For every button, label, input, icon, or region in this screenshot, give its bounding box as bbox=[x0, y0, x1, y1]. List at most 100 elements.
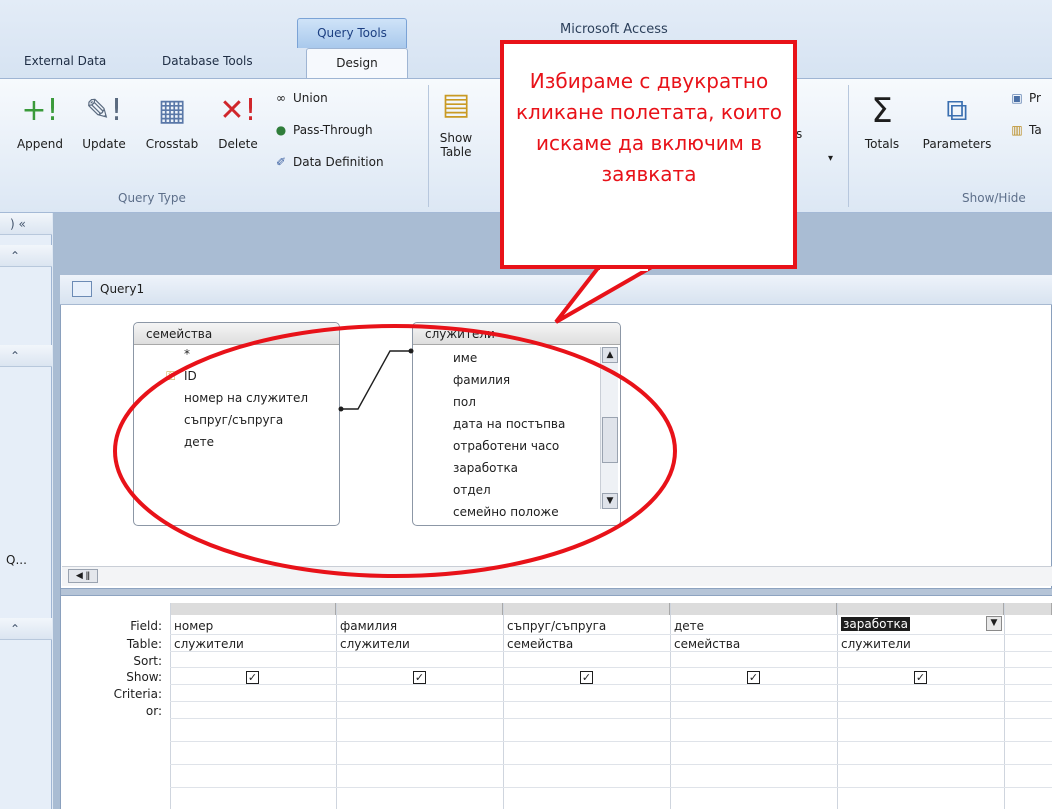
update-icon: ✎! bbox=[85, 93, 123, 128]
show-checkbox[interactable]: ✓ bbox=[914, 671, 927, 684]
grid-divider bbox=[170, 718, 1052, 719]
show-checkbox[interactable]: ✓ bbox=[580, 671, 593, 684]
scroll-up-arrow-icon[interactable]: ▲ bbox=[602, 347, 618, 363]
grid-field-cell-selected[interactable]: заработка bbox=[841, 617, 911, 631]
group-label-show-hide: Show/Hide bbox=[962, 191, 1026, 205]
field-gender[interactable]: пол bbox=[453, 395, 593, 409]
data-definition-button[interactable]: ✐ Data Definition bbox=[272, 155, 384, 169]
grid-divider bbox=[170, 634, 1052, 635]
grid-divider bbox=[170, 651, 1052, 652]
show-checkbox[interactable]: ✓ bbox=[747, 671, 760, 684]
grid-column-header[interactable] bbox=[170, 603, 336, 615]
grid-row-label: Field: bbox=[130, 619, 162, 633]
parameters-button[interactable]: ⧉ Parameters bbox=[914, 93, 1000, 151]
grid-row-label: Show: bbox=[126, 670, 162, 684]
field-marital-status[interactable]: семейно положе bbox=[453, 505, 593, 517]
tab-design[interactable]: Design bbox=[306, 48, 408, 78]
show-checkbox[interactable]: ✓ bbox=[246, 671, 259, 684]
pass-through-button[interactable]: ● Pass-Through bbox=[272, 123, 373, 137]
callout-box: Избираме с двукратно кликане полетата, к… bbox=[500, 40, 797, 269]
show-checkbox[interactable]: ✓ bbox=[413, 671, 426, 684]
table-box-semeystva[interactable]: семейства * ⚿ ID номер на служител съпру… bbox=[133, 322, 340, 526]
design-pane-scrollbar[interactable]: ◀ ǁ bbox=[62, 566, 1052, 586]
delete-button[interactable]: ✕! Delete bbox=[210, 93, 266, 151]
app-title: Microsoft Access bbox=[560, 22, 668, 37]
grid-divider bbox=[170, 701, 1052, 702]
grid-column-header[interactable] bbox=[336, 603, 503, 615]
grid-divider bbox=[170, 787, 1052, 788]
table-names-icon: ▥ bbox=[1011, 123, 1023, 137]
tab-database-tools[interactable]: Database Tools bbox=[152, 50, 263, 74]
table-box-title: семейства bbox=[134, 323, 339, 345]
show-table-icon: ▤ bbox=[441, 87, 471, 122]
property-sheet-icon: ▣ bbox=[1011, 91, 1023, 105]
grid-field-cell[interactable]: съпруг/съпруга bbox=[507, 619, 606, 633]
grid-table-cell[interactable]: служители bbox=[841, 637, 911, 651]
crosstab-button[interactable]: ▦ Crosstab bbox=[138, 93, 206, 151]
grid-table-cell[interactable]: семейства bbox=[674, 637, 740, 651]
ribbon-separator bbox=[428, 85, 429, 207]
sigma-icon: Σ bbox=[871, 91, 893, 131]
field-hours-worked[interactable]: отработени часо bbox=[453, 439, 593, 453]
table-names-button[interactable]: ▥ Ta bbox=[1008, 123, 1041, 137]
field-salary[interactable]: заработка bbox=[453, 461, 593, 475]
chevron-up-icon[interactable]: ⌃ bbox=[0, 618, 52, 640]
field-department[interactable]: отдел bbox=[453, 483, 593, 497]
grid-row-label: Criteria: bbox=[113, 687, 162, 701]
collapse-nav-icon[interactable]: ) « bbox=[0, 213, 52, 235]
grid-divider bbox=[170, 684, 1052, 685]
key-icon: ⚿ bbox=[166, 369, 176, 383]
grid-column-header[interactable] bbox=[837, 603, 1004, 615]
ribbon-separator bbox=[848, 85, 849, 207]
grid-field-cell[interactable]: номер bbox=[174, 619, 213, 633]
chevron-up-icon[interactable]: ⌃ bbox=[0, 345, 52, 367]
grid-table-cell[interactable]: служители bbox=[174, 637, 244, 651]
grid-field-cell[interactable]: фамилия bbox=[340, 619, 397, 633]
field-dropdown-arrow-icon[interactable]: ▼ bbox=[986, 616, 1002, 631]
append-icon: +! bbox=[21, 93, 59, 128]
union-button[interactable]: ∞ Union bbox=[272, 91, 328, 105]
chevron-up-icon[interactable]: ⌃ bbox=[0, 245, 52, 267]
grid-table-cell[interactable]: семейства bbox=[507, 637, 573, 651]
table-box-sluzhiteli[interactable]: служители име фамилия пол дата на постъп… bbox=[412, 322, 621, 526]
field-child[interactable]: дете bbox=[184, 435, 214, 449]
append-button[interactable]: +! Append bbox=[10, 93, 70, 151]
grid-column-header[interactable] bbox=[503, 603, 670, 615]
field-id[interactable]: ID bbox=[184, 369, 197, 383]
field-star[interactable]: * bbox=[184, 347, 190, 361]
scroll-down-arrow-icon[interactable]: ▼ bbox=[602, 493, 618, 509]
scroll-thumb[interactable] bbox=[602, 417, 618, 463]
show-table-button[interactable]: ▤ Show Table bbox=[436, 87, 476, 159]
pane-splitter[interactable] bbox=[61, 588, 1052, 596]
field-spouse[interactable]: съпруг/съпруга bbox=[184, 413, 283, 427]
scroll-left-arrow-icon[interactable]: ◀ ǁ bbox=[68, 569, 98, 583]
pencil-icon: ✐ bbox=[275, 155, 287, 169]
callout-text: Избираме с двукратно кликане полетата, к… bbox=[515, 69, 783, 186]
field-name[interactable]: име bbox=[453, 351, 593, 365]
grid-table-cell[interactable]: служители bbox=[340, 637, 410, 651]
field-list-scrollbar[interactable]: ▲ ▼ bbox=[600, 347, 618, 509]
chevron-down-icon[interactable]: ▾ bbox=[828, 153, 833, 164]
grid-field-cell[interactable]: дете bbox=[674, 619, 704, 633]
tab-external-data[interactable]: External Data bbox=[14, 50, 116, 74]
delete-icon: ✕! bbox=[219, 93, 257, 128]
grid-column-header[interactable] bbox=[1004, 603, 1052, 615]
query-icon bbox=[72, 281, 92, 297]
globe-icon: ● bbox=[275, 123, 287, 137]
totals-button[interactable]: Σ Totals bbox=[854, 93, 910, 151]
grid-divider bbox=[170, 741, 1052, 742]
nav-item-truncated[interactable]: Q... bbox=[6, 553, 27, 567]
field-surname[interactable]: фамилия bbox=[453, 373, 593, 387]
grid-column-header[interactable] bbox=[670, 603, 837, 615]
grid-divider bbox=[170, 764, 1052, 765]
grid-row-label: Table: bbox=[126, 637, 162, 651]
field-employee-number[interactable]: номер на служител bbox=[184, 391, 308, 405]
parameters-icon: ⧉ bbox=[946, 93, 968, 128]
union-icon: ∞ bbox=[276, 91, 286, 105]
field-start-date[interactable]: дата на постъпва bbox=[453, 417, 593, 431]
property-sheet-button[interactable]: ▣ Pr bbox=[1008, 91, 1041, 105]
grid-divider bbox=[170, 667, 1052, 668]
update-button[interactable]: ✎! Update bbox=[72, 93, 136, 151]
query-title-bar: Query1 bbox=[60, 275, 1052, 305]
grid-row-label: or: bbox=[145, 704, 162, 718]
